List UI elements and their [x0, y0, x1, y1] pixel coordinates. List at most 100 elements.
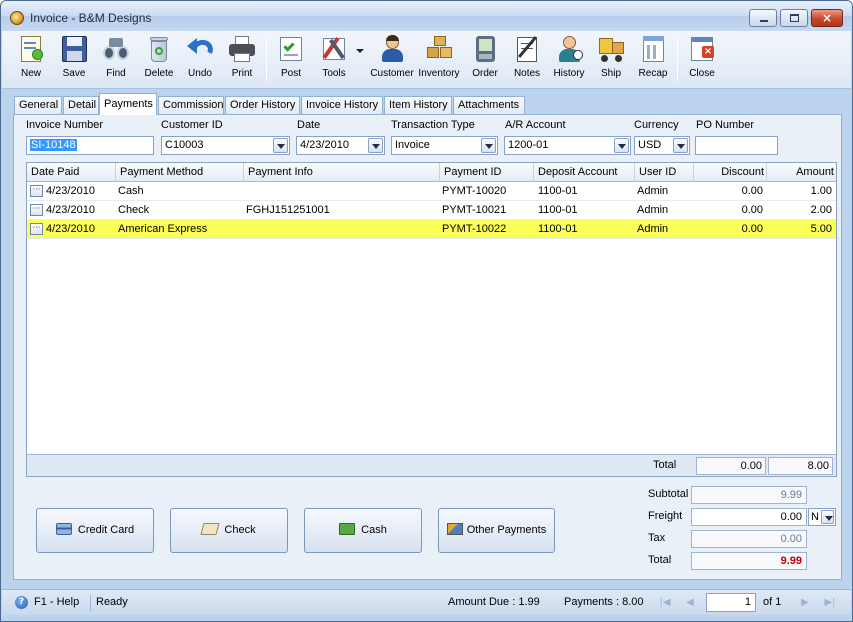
save-button[interactable]: Save — [54, 34, 94, 86]
other-payments-button[interactable]: Other Payments — [438, 508, 555, 553]
transaction-type-select[interactable]: Invoice — [391, 136, 498, 155]
grid-header: Date Paid Payment Method Payment Info Pa… — [27, 163, 836, 182]
post-button[interactable]: Post — [271, 34, 311, 86]
tax-value: 0.00 — [691, 530, 807, 548]
ship-button[interactable]: Ship — [591, 34, 631, 86]
window-title: Invoice - B&M Designs — [30, 11, 152, 25]
customer-id-label: Customer ID — [161, 119, 223, 131]
previous-record-icon[interactable]: ◀ — [682, 595, 698, 611]
cell-payment-info: FGHJ151251001 — [246, 204, 330, 216]
maximize-button[interactable] — [780, 9, 808, 27]
notes-button[interactable]: Notes — [507, 34, 547, 86]
cell-payment-info — [242, 182, 440, 201]
toolbar: New Save Find Delete Undo Print Post Too… — [2, 31, 851, 89]
freight-field[interactable]: 0.00 — [691, 508, 807, 526]
grid-total-label: Total — [653, 459, 677, 471]
chevron-down-icon[interactable] — [614, 138, 629, 153]
cell-discount: 0.00 — [741, 223, 763, 235]
cell-payment-method: American Express — [118, 223, 208, 235]
inventory-button[interactable]: Inventory — [416, 34, 462, 86]
credit-card-button[interactable]: Credit Card — [36, 508, 154, 553]
tab-payments[interactable]: Payments — [99, 93, 157, 115]
grid-total-discount: 0.00 — [696, 457, 766, 475]
freight-code-select[interactable]: N — [808, 508, 836, 526]
total-value: 9.99 — [691, 552, 807, 570]
cell-payment-method: Cash — [118, 185, 144, 197]
invoice-number-field[interactable]: SI-10148 — [26, 136, 154, 155]
tab-general[interactable]: General — [14, 96, 62, 115]
tools-icon — [319, 34, 349, 64]
ship-icon — [596, 34, 626, 64]
table-row-selected[interactable]: ··· 4/23/2010 American Express PYMT-1002… — [27, 220, 836, 239]
last-record-icon[interactable]: ▶| — [822, 595, 838, 611]
tools-dropdown-arrow-icon[interactable] — [356, 49, 364, 53]
column-header-amount[interactable]: Amount — [767, 163, 836, 182]
tab-invoice-history[interactable]: Invoice History — [301, 96, 383, 115]
page-number-input[interactable]: 1 — [706, 593, 756, 612]
cell-deposit-account: 1100-01 — [538, 204, 578, 216]
chevron-down-icon[interactable] — [673, 138, 688, 153]
first-record-icon[interactable]: |◀ — [657, 595, 673, 611]
column-header-date-paid[interactable]: Date Paid — [27, 163, 116, 182]
ar-account-select[interactable]: 1200-01 — [504, 136, 631, 155]
cell-user-id: Admin — [637, 204, 669, 216]
close-icon: × — [821, 11, 833, 25]
date-label: Date — [297, 119, 321, 131]
find-button[interactable]: Find — [96, 34, 136, 86]
undo-button[interactable]: Undo — [180, 34, 220, 86]
tab-order-history[interactable]: Order History — [225, 96, 300, 115]
tab-detail[interactable]: Detail — [63, 96, 99, 115]
toolbar-separator — [677, 37, 678, 81]
customer-button[interactable]: Customer — [370, 34, 414, 86]
chevron-down-icon[interactable] — [481, 138, 496, 153]
next-record-icon[interactable]: ▶ — [797, 595, 813, 611]
cell-date-paid: 4/23/2010 — [46, 223, 95, 235]
currency-label: Currency — [634, 119, 679, 131]
credit-card-icon — [55, 523, 72, 536]
tools-button[interactable]: Tools — [312, 34, 356, 86]
ar-account-label: A/R Account — [505, 119, 566, 131]
inventory-icon — [424, 34, 454, 64]
cash-button[interactable]: Cash — [304, 508, 422, 553]
tab-attachments[interactable]: Attachments — [453, 96, 525, 115]
table-row[interactable]: ··· 4/23/2010 Cash PYMT-10020 1100-01 Ad… — [27, 182, 836, 201]
cell-deposit-account: 1100-01 — [538, 185, 578, 197]
title-bar[interactable]: Invoice - B&M Designs × — [1, 1, 852, 31]
close-form-icon: × — [687, 34, 717, 64]
tab-commission[interactable]: Commission — [158, 96, 224, 115]
chevron-down-icon[interactable] — [821, 510, 834, 524]
po-number-field[interactable] — [695, 136, 778, 155]
chevron-down-icon[interactable] — [273, 138, 288, 153]
close-form-button[interactable]: × Close — [682, 34, 722, 86]
tab-item-history[interactable]: Item History — [384, 96, 452, 115]
column-header-payment-id[interactable]: Payment ID — [440, 163, 534, 182]
total-label: Total — [648, 554, 672, 566]
cell-payment-id: PYMT-10021 — [442, 204, 507, 216]
cell-user-id: Admin — [637, 223, 669, 235]
chevron-down-icon[interactable] — [368, 138, 383, 153]
print-button[interactable]: Print — [222, 34, 262, 86]
help-icon[interactable]: ? — [15, 596, 28, 609]
status-bar: ? F1 - Help Ready Amount Due : 1.99 Paym… — [2, 589, 851, 615]
order-button[interactable]: Order — [465, 34, 505, 86]
close-window-button[interactable]: × — [811, 9, 843, 27]
check-button[interactable]: Check — [170, 508, 288, 553]
new-button[interactable]: New — [10, 34, 52, 86]
column-header-payment-info[interactable]: Payment Info — [244, 163, 440, 182]
customer-id-select[interactable]: C10003 — [161, 136, 290, 155]
date-picker[interactable]: 4/23/2010 — [296, 136, 385, 155]
recap-button[interactable]: Recap — [633, 34, 673, 86]
payments-grid: Date Paid Payment Method Payment Info Pa… — [26, 162, 837, 477]
history-button[interactable]: History — [548, 34, 590, 86]
currency-select[interactable]: USD — [634, 136, 690, 155]
help-hint[interactable]: F1 - Help — [34, 596, 79, 608]
other-payments-icon — [446, 523, 463, 536]
column-header-discount[interactable]: Discount — [694, 163, 767, 182]
column-header-payment-method[interactable]: Payment Method — [116, 163, 244, 182]
column-header-deposit-account[interactable]: Deposit Account — [534, 163, 635, 182]
table-row[interactable]: ··· 4/23/2010 Check FGHJ151251001 PYMT-1… — [27, 201, 836, 220]
minimize-button[interactable] — [749, 9, 777, 27]
delete-button[interactable]: Delete — [138, 34, 180, 86]
history-icon — [554, 34, 584, 64]
column-header-user-id[interactable]: User ID — [635, 163, 694, 182]
